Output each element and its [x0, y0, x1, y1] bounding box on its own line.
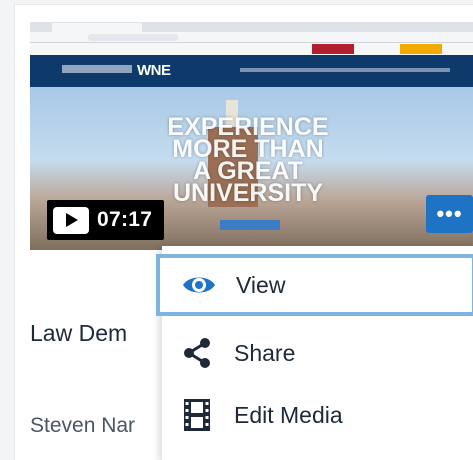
thumbnail-url-field: [88, 34, 178, 41]
media-owner: Steven Nar: [30, 414, 136, 437]
thumbnail-covid-link: [312, 44, 354, 54]
thumbnail-gift-link: [400, 44, 442, 54]
menu-item-share[interactable]: Share: [162, 322, 473, 384]
duration-badge: 07:17: [47, 200, 164, 240]
thumbnail-browser-tab: [52, 23, 142, 32]
menu-item-label: Edit Media: [234, 401, 343, 428]
hero-headline: EXPERIENCE MORE THAN A GREAT UNIVERSITY: [138, 115, 358, 207]
film-icon: [180, 398, 214, 432]
thumbnail-site-nav: [240, 68, 450, 72]
menu-item-label: Share: [234, 339, 296, 366]
actions-menu: View Share Edit Media: [156, 246, 473, 460]
play-icon: [53, 206, 89, 234]
hero-line: UNIVERSITY: [172, 179, 324, 207]
more-actions-button[interactable]: •••: [426, 195, 473, 233]
media-title[interactable]: Law Dem: [30, 320, 127, 347]
hero-cta: [220, 220, 280, 230]
menu-item-view[interactable]: View: [156, 254, 473, 316]
duration-text: 07:17: [97, 208, 153, 231]
share-icon: [180, 336, 214, 370]
menu-item-label: View: [236, 271, 286, 298]
menu-item-edit-media[interactable]: Edit Media: [162, 384, 473, 446]
thumbnail-logo: WNE: [137, 62, 171, 79]
thumbnail-logo-text: [62, 65, 132, 73]
eye-icon: [182, 268, 216, 302]
